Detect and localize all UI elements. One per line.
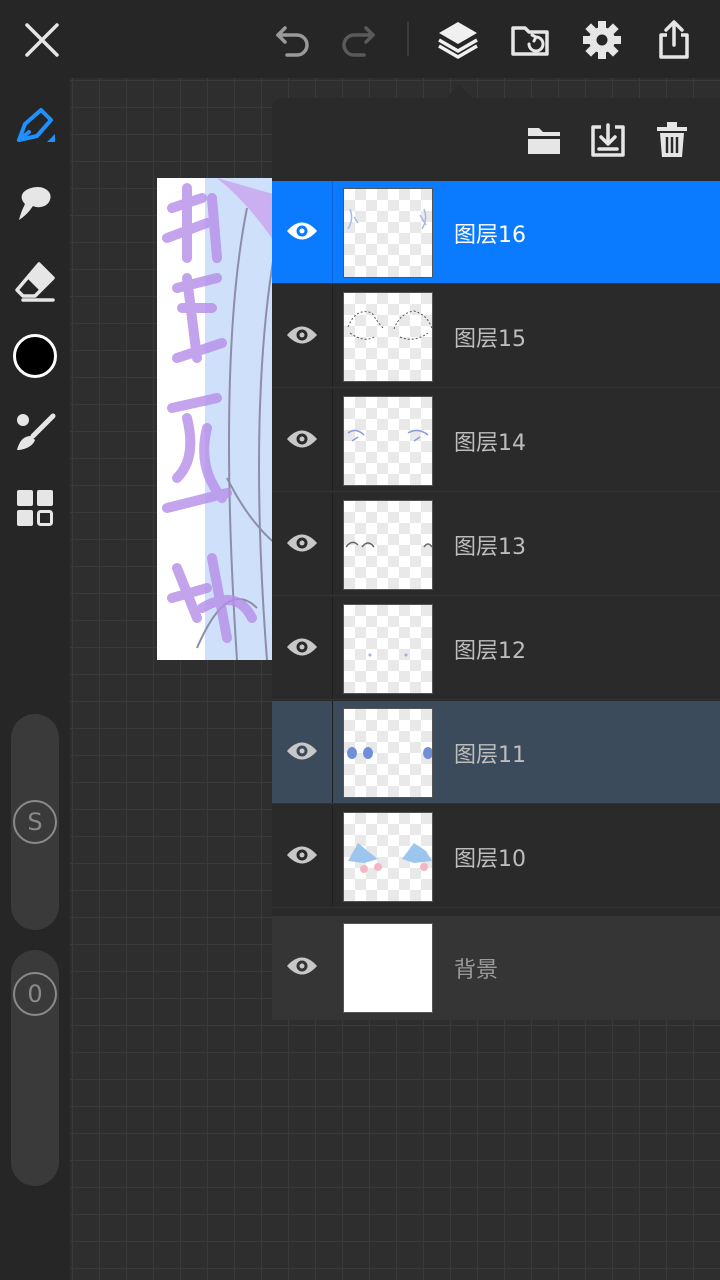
eye-icon — [287, 326, 317, 344]
row-divider — [332, 493, 333, 595]
undo-icon — [276, 26, 309, 57]
more-tools-button[interactable] — [7, 480, 63, 536]
row-divider — [332, 805, 333, 907]
drawing-app: S 0 图层16 图层15 图层14 图层13 图层12 图层11 图层10 背… — [0, 0, 720, 1280]
share-icon — [659, 20, 689, 59]
layer-row[interactable]: 图层15 — [272, 285, 720, 388]
background-layer-row[interactable]: 背景 — [272, 916, 720, 1020]
close-button[interactable] — [14, 12, 70, 68]
layer-row[interactable]: 图层16 — [272, 181, 720, 284]
layers-button[interactable] — [430, 12, 486, 68]
layer-thumbnail — [343, 188, 433, 278]
layer-panel: 图层16 图层15 图层14 图层13 图层12 图层11 图层10 背景 — [272, 98, 720, 1020]
layer-row[interactable]: 图层10 — [272, 805, 720, 908]
thumbnail-art — [348, 843, 432, 873]
row-divider — [332, 701, 333, 803]
visibility-toggle[interactable] — [282, 943, 322, 989]
redo-icon — [342, 26, 375, 57]
visibility-toggle[interactable] — [282, 832, 322, 878]
layer-thumbnail — [343, 604, 433, 694]
thumbnail-art — [347, 429, 429, 442]
layer-thumbnail — [343, 923, 433, 1013]
settings-icon — [583, 21, 621, 59]
layer-name: 图层16 — [454, 223, 526, 248]
thumbnail-art — [345, 541, 432, 548]
eye-icon — [287, 534, 317, 552]
delete-icon — [657, 122, 687, 157]
thumbnail-art — [347, 747, 432, 759]
layer-thumbnail — [343, 292, 433, 382]
brush-settings-icon — [17, 413, 56, 450]
more-tools-icon — [17, 490, 53, 526]
eye-icon — [287, 742, 317, 760]
settings-button[interactable] — [574, 12, 630, 68]
thumbnail-art — [347, 310, 432, 340]
smudge-tool[interactable] — [7, 176, 63, 232]
delete-layer-button[interactable] — [648, 116, 696, 164]
row-divider — [332, 285, 333, 387]
visibility-toggle[interactable] — [282, 208, 322, 254]
layer-name: 图层14 — [454, 431, 526, 456]
undo-button[interactable] — [265, 12, 321, 68]
eye-icon — [287, 222, 317, 240]
layers-icon — [438, 22, 478, 59]
layer-name: 图层10 — [454, 847, 526, 872]
eye-icon — [287, 846, 317, 864]
eraser-tool[interactable] — [7, 254, 63, 310]
layer-thumbnail — [343, 500, 433, 590]
layer-row[interactable]: 图层11 — [272, 701, 720, 804]
merge-down-button[interactable] — [584, 116, 632, 164]
gallery-button[interactable] — [502, 12, 558, 68]
row-divider — [332, 389, 333, 491]
eye-icon — [287, 957, 317, 975]
thumbnail-art — [347, 208, 427, 230]
pen-icon — [17, 108, 55, 142]
visibility-toggle[interactable] — [282, 728, 322, 774]
eye-icon — [287, 638, 317, 656]
share-button[interactable] — [646, 12, 702, 68]
eraser-icon — [15, 262, 55, 302]
visibility-toggle[interactable] — [282, 520, 322, 566]
layer-thumbnail — [343, 396, 433, 486]
layer-name: 图层12 — [454, 639, 526, 664]
left-toolbar: S 0 — [0, 78, 70, 1280]
current-color-circle — [13, 334, 57, 378]
row-divider — [332, 181, 333, 283]
row-divider — [332, 597, 333, 699]
visibility-toggle[interactable] — [282, 624, 322, 670]
folder-icon — [528, 128, 560, 154]
visibility-toggle[interactable] — [282, 416, 322, 462]
smudge-icon — [19, 186, 51, 220]
layer-row[interactable]: 图层14 — [272, 389, 720, 492]
close-icon — [25, 23, 59, 57]
brush-opacity-slider[interactable]: 0 — [11, 950, 59, 1186]
top-toolbar — [0, 0, 720, 78]
layer-thumbnail — [343, 812, 433, 902]
layer-name: 图层11 — [454, 743, 526, 768]
gallery-icon — [511, 26, 549, 56]
layer-thumbnail — [343, 708, 433, 798]
redo-button[interactable] — [330, 12, 386, 68]
thumbnail-art — [368, 653, 408, 657]
brush-settings-tool[interactable] — [7, 404, 63, 460]
brush-size-slider[interactable]: S — [11, 714, 59, 930]
brush-size-knob[interactable]: S — [13, 800, 57, 844]
layer-row[interactable]: 图层13 — [272, 493, 720, 596]
toolbar-separator — [407, 22, 409, 56]
layer-row[interactable]: 图层12 — [272, 597, 720, 700]
layer-panel-caret — [446, 84, 472, 98]
eye-icon — [287, 430, 317, 448]
new-group-button[interactable] — [520, 116, 568, 164]
layer-name: 图层15 — [454, 327, 526, 352]
merge-down-icon — [591, 123, 625, 157]
layer-name: 背景 — [454, 958, 499, 983]
layer-name: 图层13 — [454, 535, 526, 560]
brush-opacity-knob[interactable]: 0 — [13, 972, 57, 1016]
pen-tool[interactable] — [7, 98, 63, 154]
visibility-toggle[interactable] — [282, 312, 322, 358]
color-swatch[interactable] — [7, 328, 63, 384]
